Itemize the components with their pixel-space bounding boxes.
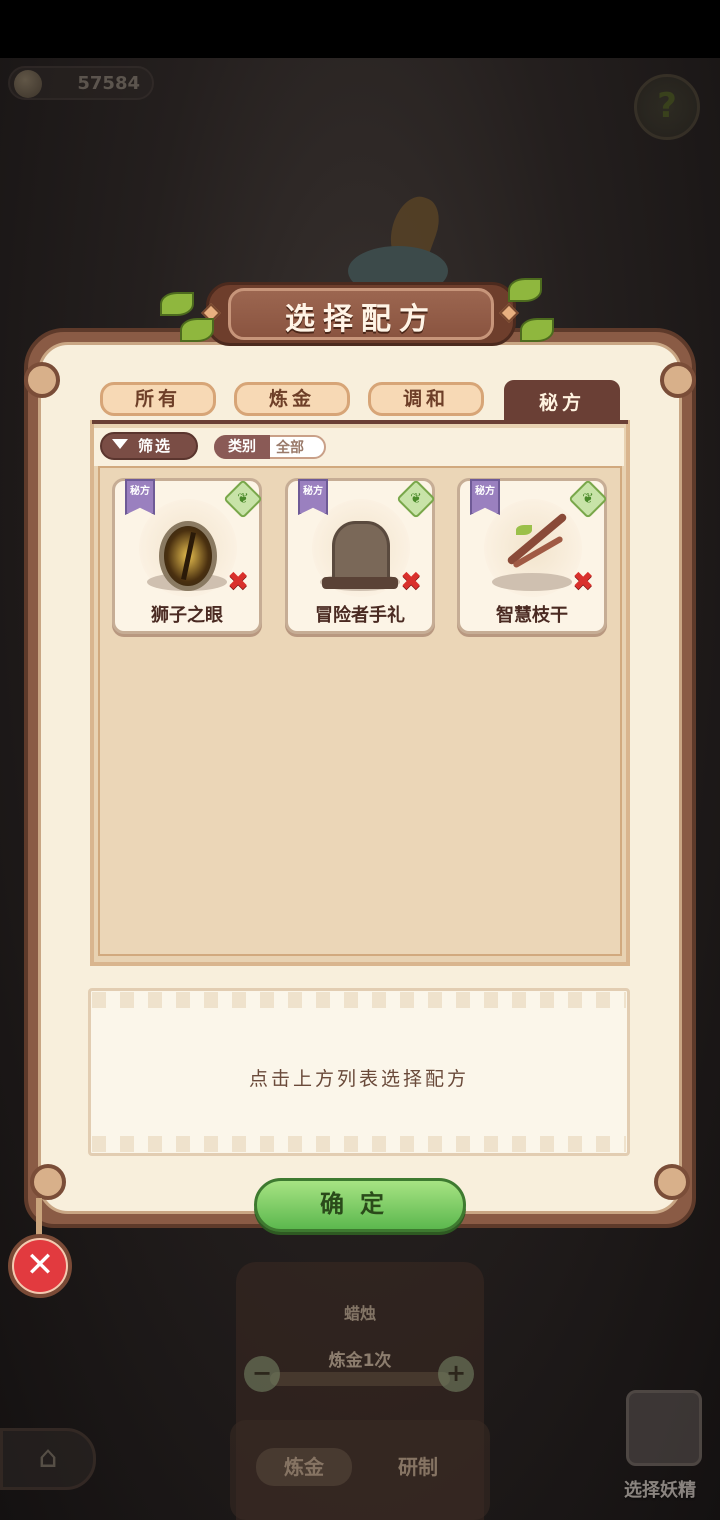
tab-blend[interactable]: 调和 [368, 382, 484, 416]
candle-label: 蜡烛 [343, 1304, 376, 1323]
decrease-button[interactable]: − [244, 1356, 280, 1392]
status-bar [0, 0, 720, 58]
increase-button[interactable]: + [438, 1356, 474, 1392]
home-button[interactable]: ⌂ [0, 1428, 96, 1490]
category-label: 类别 [214, 435, 270, 459]
description-border-top [92, 992, 626, 1008]
tab-secret-recipe[interactable]: 秘方 [504, 380, 620, 424]
lion-eye-gem-icon [159, 521, 217, 591]
frame-corner-ornament [24, 362, 60, 398]
recipe-name: 智慧枝干 [496, 605, 568, 626]
unavailable-x-icon: ✖ [572, 567, 594, 597]
fairy-box-icon [626, 1390, 702, 1466]
sprout-icon: ❦ [223, 479, 263, 519]
recipe-card[interactable]: 秘方 ❦ ✖ 智慧枝干 [457, 478, 608, 634]
tab-all[interactable]: 所有 [100, 382, 216, 416]
leaf-decoration [508, 278, 542, 302]
tab-alchemy[interactable]: 炼金 [234, 382, 350, 416]
frame-corner-ornament [654, 1164, 690, 1200]
description-hint: 点击上方列表选择配方 [248, 1068, 469, 1090]
help-button[interactable]: ? [634, 74, 700, 140]
recipe-name: 冒险者手礼 [315, 605, 405, 626]
description-border-bottom [92, 1136, 626, 1152]
close-icon[interactable]: ✕ [14, 1240, 66, 1292]
recipe-card[interactable]: 秘方 ❦ ✖ 狮子之眼 [112, 478, 263, 634]
recipe-name: 狮子之眼 [151, 605, 223, 626]
bottom-tab-craft[interactable]: 研制 [370, 1448, 466, 1486]
item-shadow [492, 573, 572, 591]
select-fairy-label: 选择妖精 [624, 1480, 696, 1501]
frame-corner-ornament [30, 1164, 66, 1200]
recipe-card[interactable]: 秘方 ❦ ✖ 冒险者手礼 [285, 478, 436, 634]
alchemy-count-bar [270, 1372, 450, 1386]
sprout-icon: ❦ [568, 479, 608, 519]
secret-recipe-badge: 秘方 [125, 479, 155, 515]
tab-underline [92, 420, 628, 424]
branch-leaf [516, 525, 532, 535]
confirm-button[interactable]: 确定 [254, 1178, 466, 1232]
lion-statue-icon [332, 521, 390, 583]
category-value: 全部 [276, 440, 304, 456]
leaf-decoration [160, 292, 194, 316]
sprout-icon: ❦ [396, 479, 436, 519]
coin-icon [14, 70, 42, 98]
coin-counter: 57584 [8, 66, 154, 100]
coin-value: 57584 [77, 73, 140, 94]
home-icon: ⌂ [38, 1440, 58, 1475]
leaf-decoration [180, 318, 214, 342]
dialog-title: 选择配方 [285, 302, 437, 337]
alchemy-count-label: 炼金1次 [328, 1351, 392, 1371]
question-icon: ? [657, 86, 677, 126]
secret-recipe-badge: 秘方 [470, 479, 500, 515]
filter-funnel-icon [112, 439, 128, 449]
secret-recipe-badge: 秘方 [298, 479, 328, 515]
frame-corner-ornament [660, 362, 696, 398]
unavailable-x-icon: ✖ [227, 567, 249, 597]
bottom-tab-alchemy[interactable]: 炼金 [256, 1448, 352, 1486]
unavailable-x-icon: ✖ [400, 567, 422, 597]
statue-base [322, 577, 398, 589]
leaf-decoration [520, 318, 554, 342]
